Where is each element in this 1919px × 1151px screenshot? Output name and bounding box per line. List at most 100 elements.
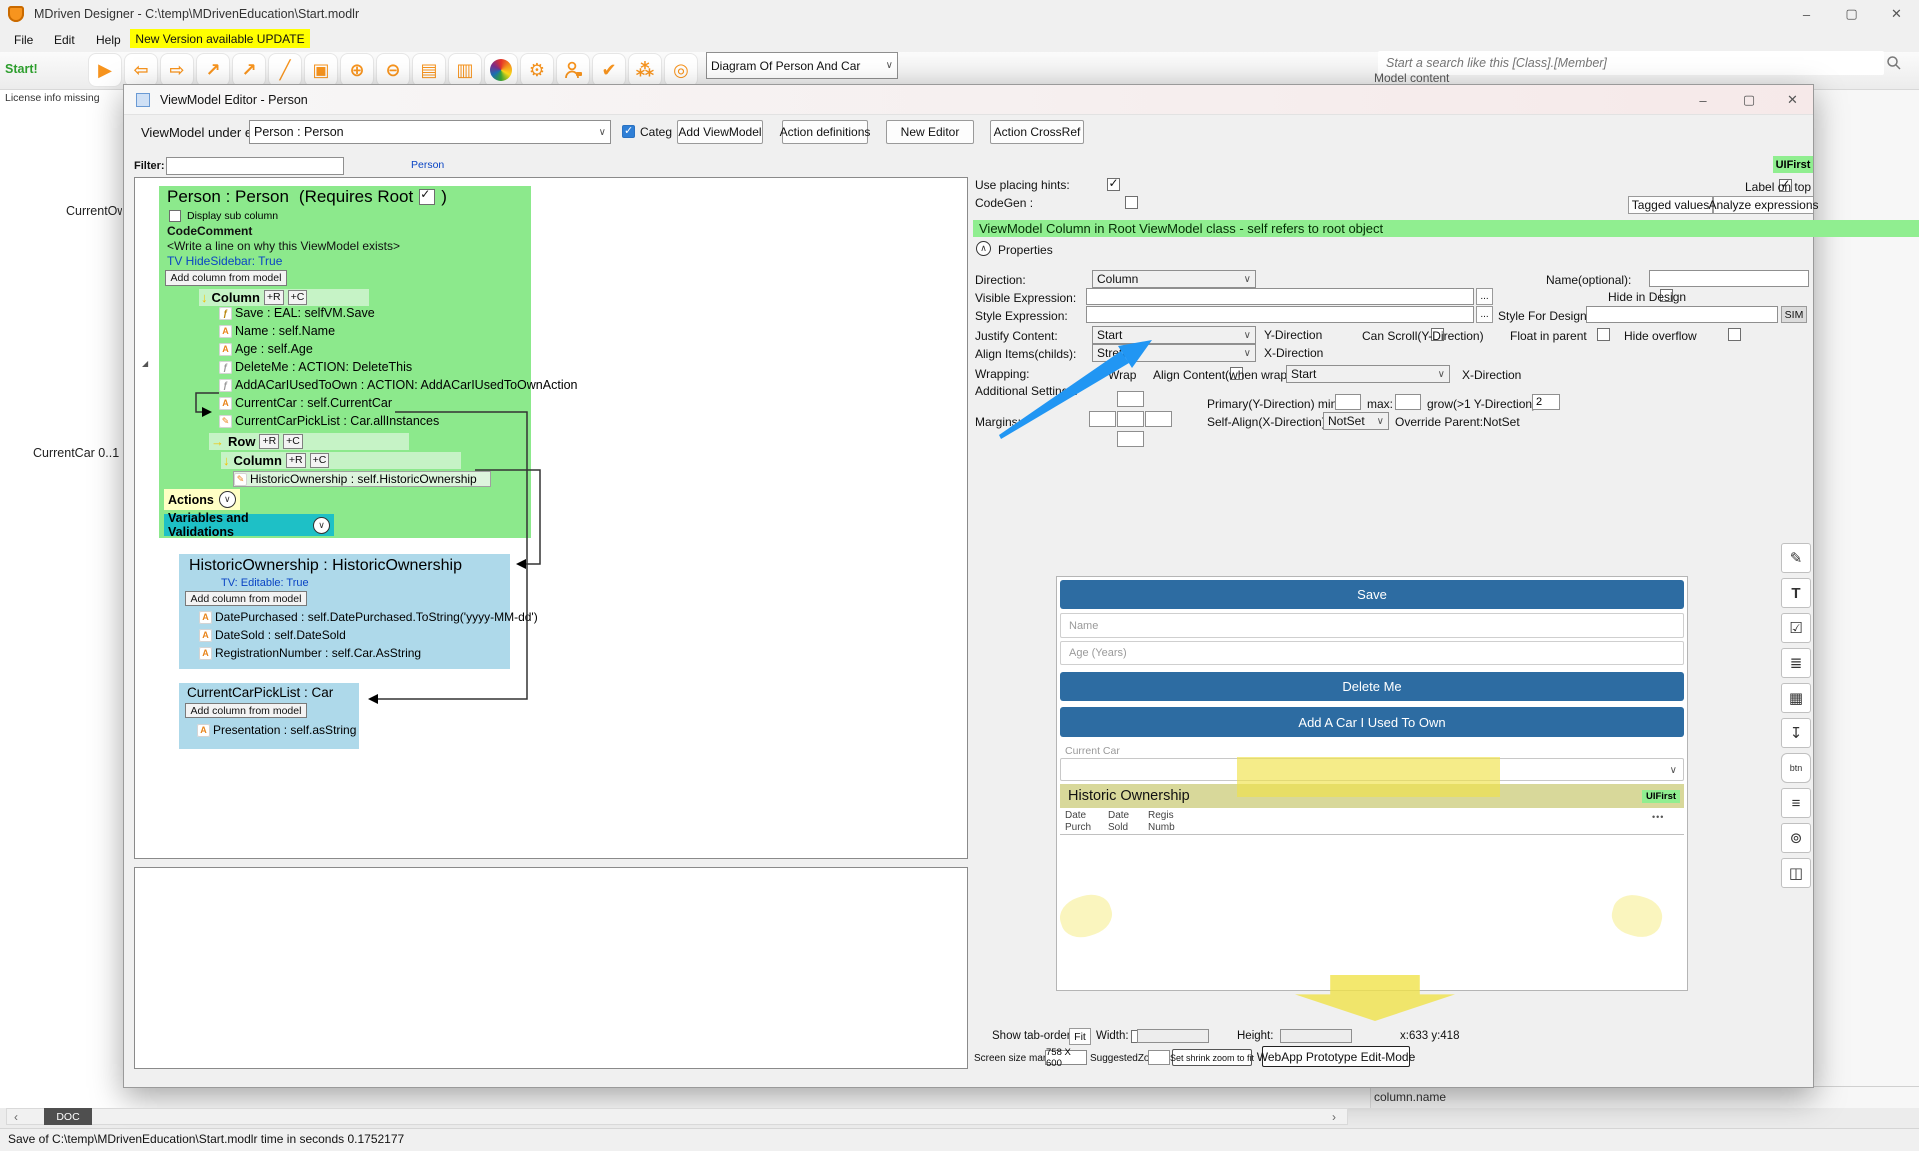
forward-arrow-icon[interactable]: ⇨	[160, 53, 194, 87]
primary-max-input[interactable]	[1395, 394, 1421, 410]
text-tool-icon[interactable]: T	[1781, 578, 1811, 608]
tree-item-currentcar[interactable]: A CurrentCar : self.CurrentCar	[219, 396, 392, 410]
pattern-nodes-icon[interactable]: ⁂	[628, 53, 662, 87]
person-viewmodel-box[interactable]: Person : Person (Requires Root ) Display…	[159, 186, 578, 539]
analyze-expressions-button[interactable]: Analyze expressions	[1708, 196, 1819, 214]
grow-input[interactable]	[1532, 394, 1560, 410]
preview-addcar-button[interactable]: Add A Car I Used To Own	[1060, 707, 1684, 737]
dialog-minimize-button[interactable]: –	[1680, 85, 1726, 115]
comment-placeholder[interactable]: <Write a line on why this ViewModel exis…	[167, 239, 400, 253]
tv-editable-link[interactable]: TV: Editable: True	[221, 577, 309, 589]
validate-check-icon[interactable]: ✔	[592, 53, 626, 87]
run-icon[interactable]: ▶	[88, 53, 122, 87]
scroll-right-icon[interactable]: ›	[1326, 1108, 1342, 1125]
row-node[interactable]: → Row +R +C	[209, 433, 409, 450]
hide-overflow-checkbox[interactable]	[1728, 328, 1742, 341]
historicownership-box[interactable]: HistoricOwnership : HistoricOwnership TV…	[179, 554, 538, 669]
edit-field-tool-icon[interactable]: ✎	[1781, 543, 1811, 573]
datagrid-tool-icon[interactable]: ▦	[1781, 683, 1811, 713]
diagram-selector[interactable]: Diagram Of Person And Car ∨	[706, 52, 898, 79]
expander-icon[interactable]: ◢	[142, 359, 148, 368]
currentcarpicklist-box[interactable]: CurrentCarPickList : Car Add column from…	[179, 683, 359, 749]
color-wheel-icon[interactable]	[484, 53, 518, 87]
list-tool-icon[interactable]: ≡	[1781, 788, 1811, 818]
column-header-registrationnumber[interactable]: Regis Numb	[1148, 810, 1188, 833]
direction-select[interactable]: Column ∨	[1092, 270, 1256, 288]
column-node[interactable]: ↓ Column +R +C	[199, 289, 369, 306]
sim-button[interactable]: SIM	[1781, 306, 1807, 323]
add-row-button[interactable]: +R	[263, 290, 284, 305]
variables-validations-section[interactable]: Variables and Validations ∨	[164, 511, 334, 539]
zoom-out-icon[interactable]: ⊖	[376, 53, 410, 87]
style-for-design-input[interactable]	[1586, 306, 1778, 323]
margin-top-input[interactable]	[1117, 391, 1144, 407]
tree-item-datepurchased[interactable]: A DatePurchased : self.DatePurchased.ToSt…	[199, 610, 538, 624]
preview-name-field[interactable]: Name	[1060, 613, 1684, 638]
filter-input[interactable]	[166, 157, 344, 175]
search-icon[interactable]	[1886, 55, 1902, 71]
web-tool-icon[interactable]: ⊚	[1781, 823, 1811, 853]
spiral-icon[interactable]: ◎	[664, 53, 698, 87]
dialog-close-button[interactable]: ✕	[1772, 85, 1813, 115]
tree-item-historicownership[interactable]: ✎ HistoricOwnership : self.HistoricOwners…	[233, 471, 491, 487]
style-expression-input[interactable]	[1086, 306, 1474, 323]
column-header-datesold[interactable]: Date Sold	[1108, 810, 1144, 833]
margin-right-input[interactable]	[1145, 411, 1172, 427]
set-shrink-zoom-button[interactable]: Set shrink zoom to fit	[1170, 1049, 1254, 1066]
combobox-tool-icon[interactable]: ≣	[1781, 648, 1811, 678]
tree-item-name[interactable]: A Name : self.Name	[219, 324, 335, 338]
viewmodel-select[interactable]: Person : Person ∨	[249, 120, 611, 144]
suggested-zoom-input[interactable]	[1148, 1050, 1170, 1065]
align-items-select[interactable]: Stretch ∨	[1092, 344, 1256, 362]
margin-left-input[interactable]	[1089, 411, 1116, 427]
style-expression-ellipsis-button[interactable]: ...	[1476, 306, 1493, 323]
open-window-icon[interactable]: ▥	[448, 53, 482, 87]
chevron-circle-icon[interactable]: ∨	[218, 491, 236, 508]
settings-gears-icon[interactable]: ⚙	[520, 53, 554, 87]
primary-min-input[interactable]	[1335, 394, 1361, 410]
tree-item-save[interactable]: ƒ Save : EAL: selfVM.Save	[219, 306, 375, 320]
preview-delete-button[interactable]: Delete Me	[1060, 672, 1684, 701]
add-column-inline-button[interactable]: +C	[309, 453, 330, 468]
menu-edit[interactable]: Edit	[54, 33, 75, 47]
tree-item-age[interactable]: A Age : self.Age	[219, 342, 313, 356]
close-button[interactable]: ✕	[1874, 0, 1919, 28]
tree-item-deleteme[interactable]: ƒ DeleteMe : ACTION: DeleteThis	[219, 360, 412, 374]
action-definitions-button[interactable]: Action definitions	[780, 120, 870, 144]
update-banner[interactable]: New Version available UPDATE	[130, 29, 310, 48]
column2-node[interactable]: ↓ Column +R +C	[221, 452, 461, 469]
start-label[interactable]: Start!	[5, 62, 38, 76]
visible-expression-input[interactable]	[1086, 288, 1474, 305]
align-content-select[interactable]: Start ∨	[1286, 365, 1450, 383]
person-link[interactable]: Person	[411, 159, 444, 171]
actions-section[interactable]: Actions ∨	[164, 489, 240, 510]
tree-item-registrationnumber[interactable]: A RegistrationNumber : self.Car.AsString	[199, 646, 421, 660]
margin-bottom-input[interactable]	[1117, 431, 1144, 447]
pointer-arrow-icon[interactable]: ↗	[196, 53, 230, 87]
add-column-button[interactable]: Add column from model	[185, 591, 307, 606]
menu-file[interactable]: File	[14, 33, 33, 47]
minimize-button[interactable]: –	[1784, 0, 1829, 28]
draw-line-icon[interactable]: ╱	[268, 53, 302, 87]
zoom-in-icon[interactable]: ⊕	[340, 53, 374, 87]
categ-checkbox[interactable]	[622, 124, 635, 138]
action-crossref-button[interactable]: Action CrossRef	[990, 120, 1084, 144]
back-arrow-icon[interactable]: ⇦	[124, 53, 158, 87]
add-viewmodel-button[interactable]: Add ViewModel	[677, 120, 763, 144]
tagged-values-button[interactable]: Tagged values	[1628, 196, 1713, 214]
maximize-button[interactable]: ▢	[1829, 0, 1874, 28]
margin-center-input[interactable]	[1117, 411, 1144, 427]
float-in-parent-checkbox[interactable]	[1596, 328, 1610, 341]
self-align-select[interactable]: NotSet ∨	[1323, 412, 1389, 430]
tree-item-presentation[interactable]: A Presentation : self.asString	[197, 723, 356, 737]
column-header-datepurchased[interactable]: Date Purch	[1065, 810, 1103, 833]
button-tool-icon[interactable]: btn	[1781, 753, 1811, 783]
new-frame-icon[interactable]: ▣	[304, 53, 338, 87]
collapse-icon[interactable]: ∧	[976, 241, 991, 256]
new-editor-button[interactable]: New Editor	[886, 120, 974, 144]
visible-expression-ellipsis-button[interactable]: ...	[1476, 288, 1493, 305]
tree-item-addacar[interactable]: ƒ AddACarIUsedToOwn : ACTION: AddACarIUse…	[219, 378, 578, 392]
search-input[interactable]	[1378, 51, 1884, 75]
height-input[interactable]	[1280, 1029, 1352, 1043]
add-column-inline-button[interactable]: +C	[283, 434, 303, 449]
